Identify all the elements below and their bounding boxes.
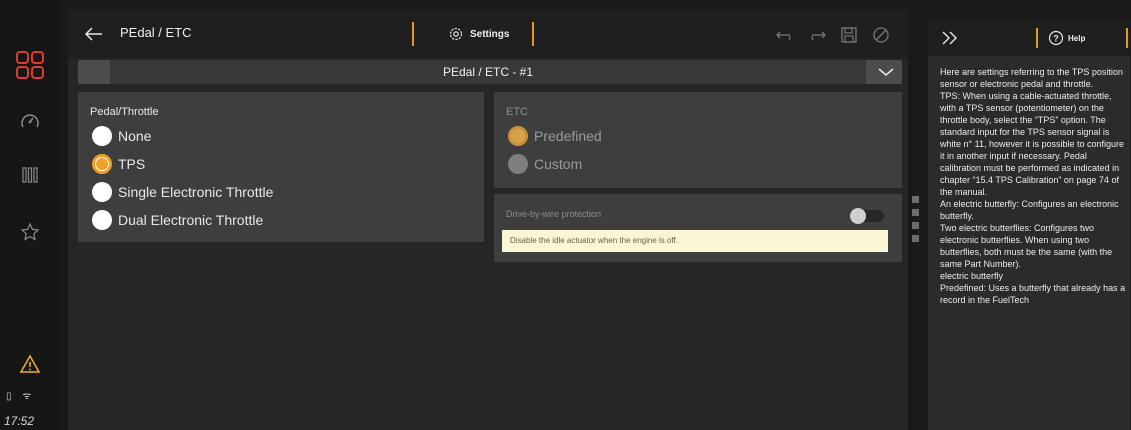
help-tab-label: Help: [1068, 33, 1086, 43]
marker: [912, 209, 919, 216]
marker: [912, 235, 919, 242]
drive-by-wire-card: Drive-by-wire protection Disable the idl…: [494, 194, 902, 262]
radio-label: TPS: [118, 156, 146, 172]
chevron-down-icon[interactable]: [876, 64, 896, 80]
settings-tab[interactable]: Settings: [448, 22, 509, 46]
star-icon[interactable]: [0, 222, 60, 242]
help-paragraph: Two electric butterflies: Configures two…: [940, 223, 1113, 269]
marker: [912, 196, 919, 203]
drive-by-wire-title: Drive-by-wire protection: [506, 209, 602, 219]
radio-button-selected[interactable]: [508, 126, 528, 146]
radio-label: Dual Electronic Throttle: [118, 212, 264, 228]
radio-button[interactable]: [92, 126, 112, 146]
etc-title: ETC: [506, 106, 528, 118]
radio-label: None: [118, 128, 152, 144]
help-paragraph: Here are settings referring to the TPS p…: [940, 67, 1123, 89]
page-title: PEdal / ETC: [120, 25, 192, 40]
scroll-markers: [912, 196, 920, 248]
save-icon[interactable]: [838, 24, 860, 46]
radio-none[interactable]: None: [92, 126, 151, 146]
radio-single-electronic-throttle[interactable]: Single Electronic Throttle: [92, 182, 273, 202]
gauge-icon[interactable]: [0, 112, 60, 130]
pedal-throttle-card: Pedal/Throttle None TPS Single Electroni…: [78, 92, 484, 242]
help-tab[interactable]: ? Help: [1048, 28, 1085, 48]
radio-dual-electronic-throttle[interactable]: Dual Electronic Throttle: [92, 210, 263, 230]
selector-value: PEdal / ETC - #1: [442, 65, 534, 79]
double-chevron-right-icon[interactable]: [940, 28, 960, 48]
dashboard-grid-icon[interactable]: [0, 50, 60, 80]
hint-box: Disable the idle actuator when the engin…: [502, 230, 888, 252]
disable-icon[interactable]: [870, 24, 892, 46]
radio-label: Custom: [534, 156, 583, 172]
radio-button[interactable]: [92, 210, 112, 230]
selector-field: PEdal / ETC - #1: [110, 60, 866, 84]
divider: [1036, 28, 1038, 48]
gear-icon: [449, 27, 463, 41]
pedal-throttle-title: Pedal/Throttle: [90, 106, 159, 118]
divider: [412, 22, 414, 46]
divider: [532, 22, 534, 46]
side-rail: ▯ ᯤ 17:52: [0, 0, 60, 430]
divider: [1126, 28, 1128, 48]
etc-card: ETC Predefined Custom: [494, 92, 902, 188]
help-paragraph: TPS: When using a cable-actuated throttl…: [940, 91, 1125, 197]
radio-label: Predefined: [534, 128, 602, 144]
question-circle-icon: ?: [1048, 30, 1064, 46]
help-panel: ? Help Here are settings referring to th…: [928, 20, 1130, 430]
help-top-bar: ? Help: [928, 20, 1130, 56]
back-arrow-icon[interactable]: [82, 22, 106, 46]
radio-label: Single Electronic Throttle: [118, 184, 274, 200]
settings-tab-label: Settings: [470, 28, 510, 40]
drive-by-wire-toggle[interactable]: [850, 208, 884, 224]
main-panel: PEdal / ETC Settings PEdal / ETC - #1 Pe…: [68, 10, 908, 430]
undo-icon[interactable]: [774, 24, 796, 46]
bars-icon[interactable]: [0, 166, 60, 184]
radio-button[interactable]: [508, 154, 528, 174]
redo-icon[interactable]: [806, 24, 828, 46]
warning-icon[interactable]: [0, 354, 60, 374]
status-indicators: ▯ ᯤ: [6, 391, 36, 402]
help-paragraph: Predefined: Uses a butterfly that alread…: [940, 283, 1126, 305]
toggle-knob: [850, 208, 866, 224]
radio-custom[interactable]: Custom: [508, 154, 582, 174]
help-paragraph: An electric butterfly: Configures an ele…: [940, 199, 1119, 221]
help-paragraph: electric butterfly: [940, 271, 1004, 281]
radio-button[interactable]: [92, 182, 112, 202]
svg-text:?: ?: [1053, 34, 1059, 44]
radio-predefined[interactable]: Predefined: [508, 126, 602, 146]
marker: [912, 222, 919, 229]
radio-button-selected[interactable]: [92, 154, 112, 174]
help-text: Here are settings referring to the TPS p…: [940, 66, 1128, 428]
clock: 17:52: [4, 414, 35, 428]
instance-selector[interactable]: PEdal / ETC - #1: [78, 60, 902, 84]
radio-tps[interactable]: TPS: [92, 154, 145, 174]
top-bar: PEdal / ETC Settings: [68, 10, 908, 58]
